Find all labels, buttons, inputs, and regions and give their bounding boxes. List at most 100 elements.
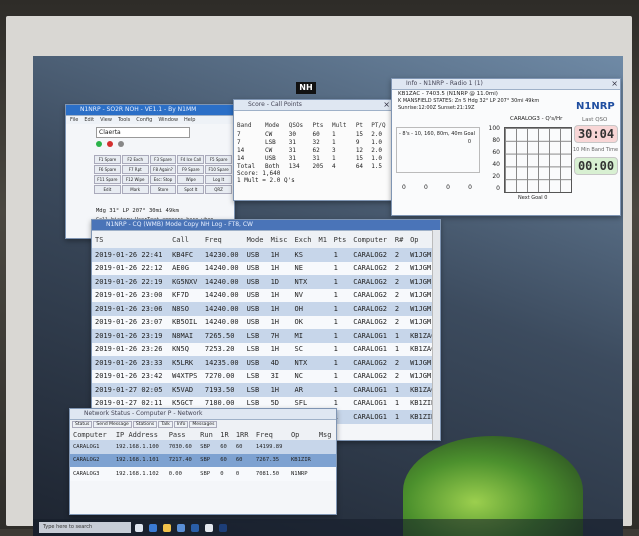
col-header[interactable]: Run: [197, 429, 218, 440]
table-row[interactable]: 2019-01-26 22:12 AE0G 14240.00 USB 1H NE 1 CARA…: [92, 261, 440, 275]
network-window-titlebar[interactable]: Network Status - Computer P - Network: [70, 409, 336, 420]
n1mm-icon[interactable]: [219, 524, 227, 532]
table-row[interactable]: 2019-01-26 23:33 K5LRK 14235.00 USB 4D NTX 1 CA…: [92, 356, 440, 370]
log-header-row: TS Call Freq Mode Misc Exch M1 Pts Compu…: [92, 231, 440, 248]
spot-it-button[interactable]: Spot It: [177, 185, 205, 194]
fkey-f1[interactable]: F1 Spare: [94, 155, 121, 164]
fkey-f7[interactable]: F7 Rpt: [121, 165, 149, 174]
close-icon[interactable]: ×: [611, 79, 618, 89]
tab-send-message[interactable]: Send Message: [93, 421, 132, 428]
goal-label: Goal: [463, 131, 475, 137]
score-row: 14 USB 31 31 1 15 1.0: [237, 154, 383, 162]
col-header[interactable]: Freq: [252, 429, 288, 440]
call-input[interactable]: Claerta: [96, 127, 190, 138]
counter: 0: [424, 184, 428, 191]
score-total: Score: 1,640: [237, 170, 281, 177]
tab-status[interactable]: Status: [72, 421, 93, 428]
led-green-icon: [96, 141, 102, 147]
ytick: 60: [492, 149, 500, 156]
col-header[interactable]: Op: [287, 429, 316, 440]
table-row[interactable]: 2019-01-26 23:07 KB5OIL 14240.00 USB 1H OK 1 CA…: [92, 315, 440, 329]
info-callsign-line: KB1ZAC - 7403.5 (N1NRP @ 11.0mi): [398, 91, 498, 97]
menu-config[interactable]: Config: [136, 117, 152, 123]
log-window-titlebar[interactable]: N1NRP - CQ (WMB) Mode Copy NH Log - FT8,…: [92, 220, 440, 231]
col-header[interactable]: Pass: [165, 429, 198, 440]
mark-button[interactable]: Mark: [121, 185, 149, 194]
col-header[interactable]: Computer: [350, 231, 392, 248]
col-header[interactable]: Misc: [267, 231, 292, 248]
fkey-f5[interactable]: F5 Spare: [205, 155, 232, 164]
table-row[interactable]: CARALOG3 192.168.1.102 0.00 SBP 0 0 7081.50 N1N…: [70, 467, 336, 481]
table-row[interactable]: 2019-01-26 23:26 KN5Q 7253.20 LSB 1H SC 1 CARAL…: [92, 342, 440, 356]
menu-window[interactable]: Window: [158, 117, 178, 123]
col-header[interactable]: Computer: [70, 429, 113, 440]
fkey-f4[interactable]: F4 Ice Call: [177, 155, 205, 164]
fkey-f3[interactable]: F3 Spare: [149, 155, 177, 164]
table-row[interactable]: CARALOG2 192.168.1.101 7217.40 SBP 60 60 7267.…: [70, 453, 336, 467]
info-window-titlebar[interactable]: Info - N1NRP - Radio 1 (1): [392, 79, 620, 90]
col-header[interactable]: Call: [169, 231, 202, 248]
counter: 0: [402, 184, 406, 191]
col-header[interactable]: Pts: [330, 231, 351, 248]
menu-file[interactable]: File: [70, 117, 78, 123]
ytick: 40: [492, 161, 500, 168]
score-header: Pts: [312, 122, 324, 129]
col-header[interactable]: 1R: [217, 429, 233, 440]
col-header[interactable]: 1RR: [232, 429, 253, 440]
fkey-f6[interactable]: F6 Spare: [94, 165, 121, 174]
score-window: Score - Call Points × Band Mode QSOs Pts…: [233, 99, 393, 201]
log-it-button[interactable]: Log It: [205, 175, 232, 184]
score-window-titlebar[interactable]: Score - Call Points: [234, 100, 392, 111]
table-row[interactable]: 2019-01-26 22:19 KG5NXV 14240.00 USB 1D NTX 1 C…: [92, 275, 440, 289]
nh-badge: NH: [296, 82, 316, 94]
tab-stations[interactable]: Stations: [132, 421, 158, 428]
app-icon[interactable]: [205, 524, 213, 532]
table-row[interactable]: 2019-01-26 23:19 N8MAI 7265.50 LSB 7H MI 1 CARA…: [92, 329, 440, 343]
table-row[interactable]: 2019-01-26 23:00 KF7D 14240.00 USB 1H NV 1 CARA…: [92, 288, 440, 302]
table-row[interactable]: 2019-01-26 22:41 KB4FC 14230.00 USB 1H KS 1 CAR…: [92, 248, 440, 262]
fkey-f11[interactable]: F11 Spare: [94, 175, 121, 184]
ytick: 20: [492, 173, 500, 180]
fkey-f10[interactable]: F10 Spare: [205, 165, 232, 174]
qrz-button[interactable]: QRZ: [205, 185, 232, 194]
col-header[interactable]: R#: [391, 231, 408, 248]
fkey-f9[interactable]: F9 Spare: [177, 165, 205, 174]
fkey-f2[interactable]: F2 Exch: [121, 155, 149, 164]
table-row[interactable]: 2019-01-27 02:05 K5VAD 7193.50 LSB 1H AR 1 CARA…: [92, 383, 440, 397]
store-button[interactable]: Store: [149, 185, 177, 194]
info-location-line: K MANSFIELD STATES: Zn 5 Hdg 32° LP 207°…: [398, 98, 540, 104]
task-view-icon[interactable]: [135, 524, 143, 532]
fkey-f12[interactable]: F12 Wipe: [121, 175, 149, 184]
menu-view[interactable]: View: [100, 117, 112, 123]
menu-edit[interactable]: Edit: [84, 117, 94, 123]
col-header[interactable]: TS: [92, 231, 170, 248]
entry-window-titlebar[interactable]: N1NRP - SO2R NOH - VE1.1 - By N1MM: [66, 105, 234, 116]
tab-talk[interactable]: Talk: [158, 421, 173, 428]
mail-icon[interactable]: [191, 524, 199, 532]
col-header[interactable]: M1: [315, 231, 331, 248]
col-header[interactable]: Mode: [243, 231, 268, 248]
esc-stop-button[interactable]: Esc: Stop: [149, 175, 177, 184]
col-header[interactable]: Exch: [291, 231, 316, 248]
close-icon[interactable]: ×: [383, 100, 390, 110]
fkey-f8[interactable]: F8 Again?: [149, 165, 177, 174]
mult-ratio: 1 Mult = 2.0 Q's: [237, 177, 295, 184]
table-row[interactable]: 2019-01-26 23:06 N8SO 14240.00 USB 1H OH 1 CARA…: [92, 302, 440, 316]
file-explorer-icon[interactable]: [163, 524, 171, 532]
menu-tools[interactable]: Tools: [118, 117, 130, 123]
ytick: 0: [496, 185, 500, 192]
tab-info[interactable]: Info: [173, 421, 189, 428]
menu-help[interactable]: Help: [184, 117, 195, 123]
edge-icon[interactable]: [149, 524, 157, 532]
log-scrollbar[interactable]: [432, 230, 440, 440]
edit-button[interactable]: Edit: [94, 185, 121, 194]
tab-messages[interactable]: Messages: [189, 421, 218, 428]
table-row[interactable]: CARALOG1 192.168.1.100 7030.60 SBP 60 60 14199…: [70, 440, 336, 454]
col-header[interactable]: Freq: [201, 231, 244, 248]
store-icon[interactable]: [177, 524, 185, 532]
col-header[interactable]: IP Address: [112, 429, 166, 440]
col-header[interactable]: Msg: [315, 429, 336, 440]
search-box[interactable]: Type here to search: [39, 522, 131, 533]
table-row[interactable]: 2019-01-26 23:42 W4XTPS 7270.00 LSB 3I NC 1 CAR…: [92, 369, 440, 383]
wipe-button[interactable]: Wipe: [177, 175, 205, 184]
